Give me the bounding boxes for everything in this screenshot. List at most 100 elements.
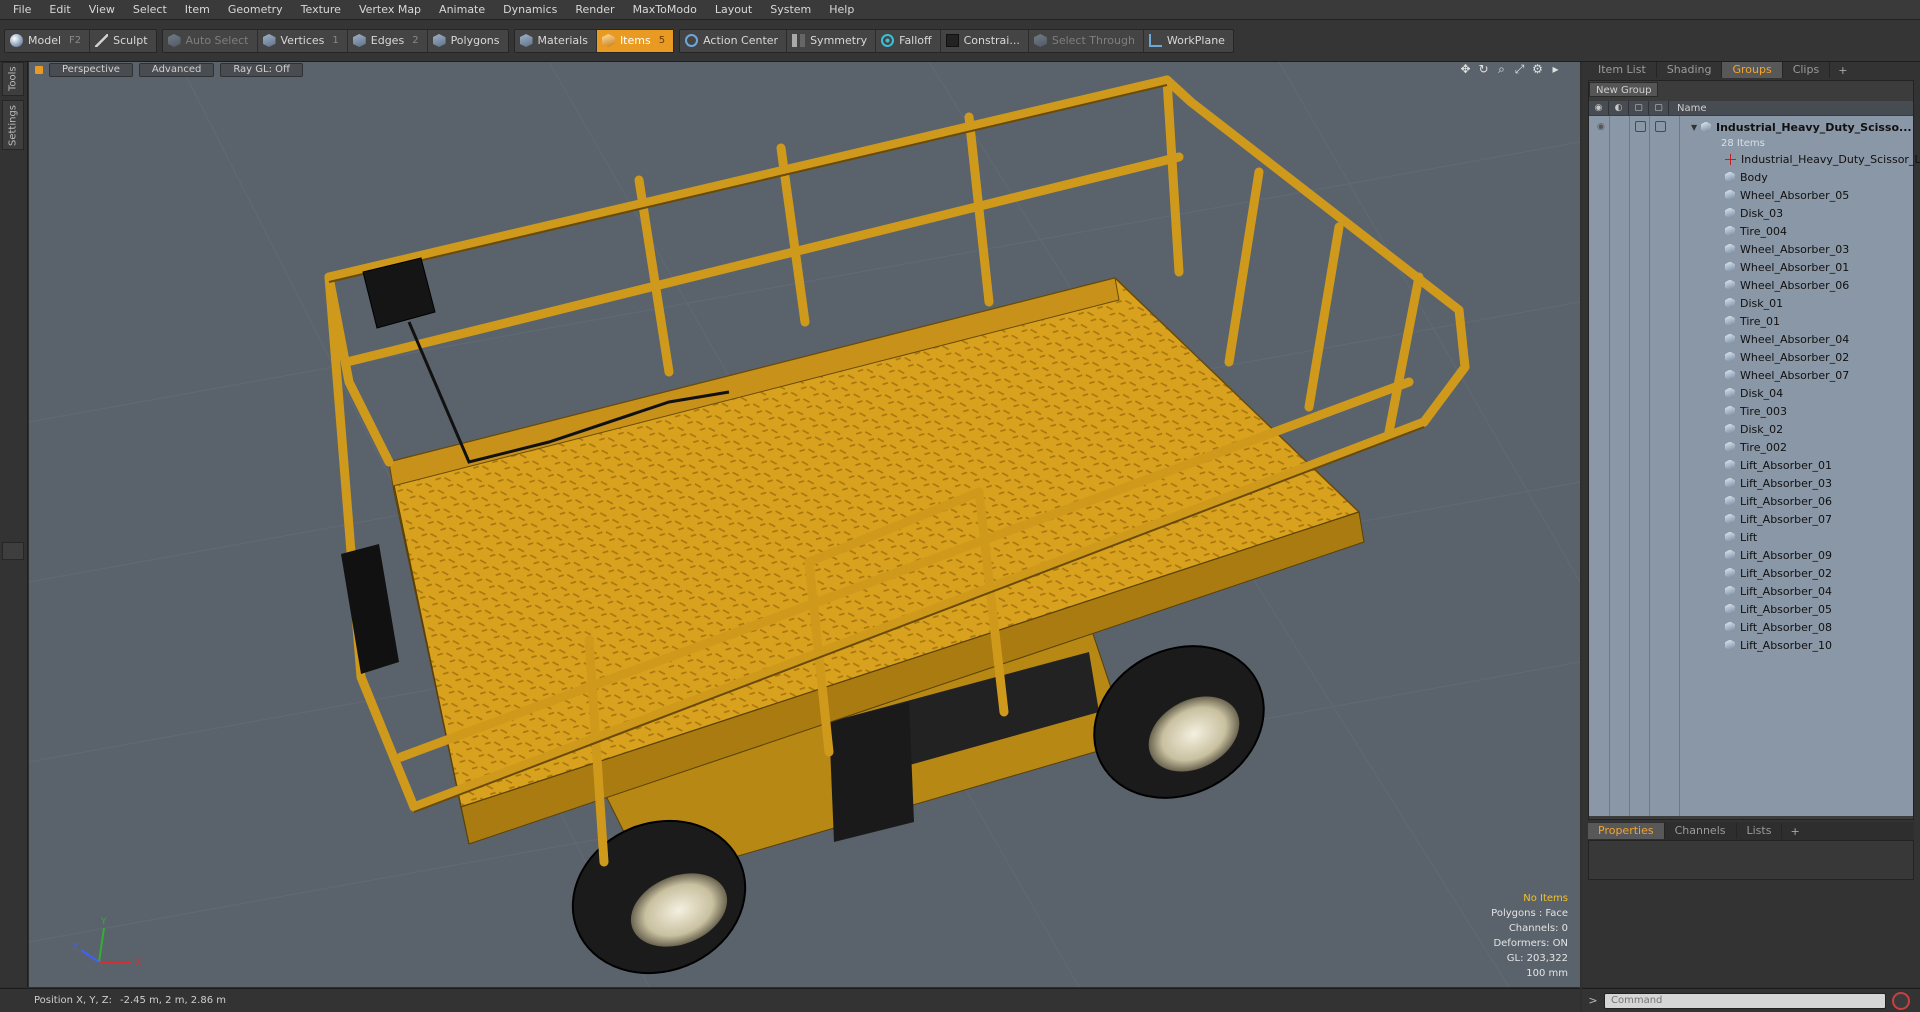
- list-item[interactable]: Lift_Absorber_09: [1589, 546, 1913, 564]
- mesh-icon: [1725, 531, 1735, 543]
- list-item[interactable]: Wheel_Absorber_05: [1589, 186, 1913, 204]
- menu-layout[interactable]: Layout: [706, 0, 761, 20]
- model-mode-button[interactable]: Model F2: [5, 29, 91, 52]
- name-column-header[interactable]: Name: [1669, 103, 1707, 114]
- new-group-button[interactable]: New Group: [1589, 82, 1659, 97]
- list-item[interactable]: Disk_03: [1589, 204, 1913, 222]
- menu-vertex-map[interactable]: Vertex Map: [350, 0, 430, 20]
- list-item[interactable]: Tire_004: [1589, 222, 1913, 240]
- list-item[interactable]: Disk_02: [1589, 420, 1913, 438]
- list-item[interactable]: Lift_Absorber_05: [1589, 600, 1913, 618]
- zoom-icon[interactable]: ⌕: [1495, 63, 1508, 76]
- list-item[interactable]: Lift_Absorber_08: [1589, 618, 1913, 636]
- tab-groups[interactable]: Groups: [1722, 62, 1783, 78]
- add-properties-tab-icon[interactable]: +: [1782, 825, 1807, 838]
- symmetry-button[interactable]: Symmetry: [787, 29, 877, 52]
- action-center-button[interactable]: Action Center: [680, 29, 788, 52]
- list-item[interactable]: Tire_003: [1589, 402, 1913, 420]
- tab-shading[interactable]: Shading: [1657, 62, 1723, 78]
- list-item[interactable]: Wheel_Absorber_03: [1589, 240, 1913, 258]
- viewport-perspective-tab[interactable]: Perspective: [49, 63, 133, 77]
- select-through-button[interactable]: Select Through: [1029, 29, 1144, 52]
- list-item[interactable]: Wheel_Absorber_06: [1589, 276, 1913, 294]
- fit-icon[interactable]: ⤢: [1513, 63, 1526, 76]
- menu-help[interactable]: Help: [820, 0, 863, 20]
- scene-render[interactable]: X Y Z: [29, 62, 1580, 987]
- list-item[interactable]: Lift_Absorber_01: [1589, 456, 1913, 474]
- menu-edit[interactable]: Edit: [40, 0, 79, 20]
- list-item[interactable]: Disk_04: [1589, 384, 1913, 402]
- menu-animate[interactable]: Animate: [430, 0, 494, 20]
- select-toggle[interactable]: [1655, 121, 1666, 132]
- tab-channels[interactable]: Channels: [1665, 823, 1737, 839]
- lock-toggle[interactable]: [1635, 121, 1646, 132]
- pan-icon[interactable]: ✥: [1459, 63, 1472, 76]
- tab-tools[interactable]: Tools: [2, 62, 24, 96]
- render-column-icon[interactable]: ◐: [1609, 101, 1629, 115]
- eye-icon[interactable]: ◉: [1597, 122, 1607, 132]
- list-item-name: Tire_003: [1725, 405, 1787, 418]
- list-item[interactable]: Wheel_Absorber_07: [1589, 366, 1913, 384]
- tab-item-list[interactable]: Item List: [1588, 62, 1657, 78]
- viewport-menu-icon[interactable]: [35, 66, 43, 74]
- list-item[interactable]: Tire_01: [1589, 312, 1913, 330]
- viewport-advanced-tab[interactable]: Advanced: [138, 63, 215, 77]
- items-button[interactable]: Items 5: [596, 29, 674, 52]
- menu-render[interactable]: Render: [566, 0, 623, 20]
- menu-view[interactable]: View: [80, 0, 124, 20]
- add-tab-icon[interactable]: +: [1830, 64, 1855, 77]
- list-item[interactable]: Wheel_Absorber_01: [1589, 258, 1913, 276]
- list-item[interactable]: Industrial_Heavy_Duty_Scissor_Lift: [1589, 150, 1920, 168]
- cube-icon: [167, 34, 181, 47]
- list-item[interactable]: Lift_Absorber_02: [1589, 564, 1913, 582]
- rotate-icon[interactable]: ↻: [1477, 63, 1490, 76]
- record-command-button[interactable]: [1892, 991, 1910, 1010]
- tab-clips[interactable]: Clips: [1783, 62, 1831, 78]
- materials-button[interactable]: Materials: [515, 29, 597, 52]
- menu-dynamics[interactable]: Dynamics: [494, 0, 566, 20]
- list-item[interactable]: Disk_01: [1589, 294, 1913, 312]
- list-item[interactable]: Lift: [1589, 528, 1913, 546]
- list-item[interactable]: Lift_Absorber_03: [1589, 474, 1913, 492]
- chevron-right-icon[interactable]: ▸: [1549, 63, 1562, 76]
- select-column-icon[interactable]: ▢: [1649, 101, 1669, 115]
- sculpt-mode-button[interactable]: Sculpt: [90, 30, 155, 52]
- menu-select[interactable]: Select: [124, 0, 176, 20]
- list-item[interactable]: Wheel_Absorber_04: [1589, 330, 1913, 348]
- lock-column-icon[interactable]: ▢: [1629, 101, 1649, 115]
- list-item[interactable]: Lift_Absorber_10: [1589, 636, 1913, 654]
- list-item-label: Lift_Absorber_01: [1740, 458, 1832, 472]
- chevron-down-icon[interactable]: ▼: [1691, 123, 1697, 132]
- menu-maxtomodo[interactable]: MaxToModo: [624, 0, 706, 20]
- auto-select-button[interactable]: Auto Select: [163, 29, 258, 52]
- list-item[interactable]: Lift_Absorber_04: [1589, 582, 1913, 600]
- groups-list[interactable]: ◉ ▼ Industrial_Heavy_Duty_Scisso... 28 Item…: [1589, 116, 1920, 816]
- menu-system[interactable]: System: [761, 0, 820, 20]
- viewport-raygl-tab[interactable]: Ray GL: Off: [220, 63, 303, 77]
- menu-item[interactable]: Item: [176, 0, 219, 20]
- vertices-button[interactable]: Vertices 1: [258, 29, 348, 52]
- polygons-button[interactable]: Polygons: [428, 30, 508, 52]
- list-item[interactable]: Lift_Absorber_06: [1589, 492, 1913, 510]
- gear-icon[interactable]: ⚙: [1531, 63, 1544, 76]
- list-item[interactable]: Body: [1589, 168, 1913, 186]
- menu-texture[interactable]: Texture: [292, 0, 350, 20]
- menu-geometry[interactable]: Geometry: [219, 0, 292, 20]
- constraints-button[interactable]: Constrai...: [941, 29, 1029, 52]
- command-input[interactable]: [1604, 992, 1886, 1009]
- list-item[interactable]: Wheel_Absorber_02: [1589, 348, 1913, 366]
- properties-tabs: Properties Channels Lists +: [1588, 822, 1914, 840]
- 3d-viewport[interactable]: X Y Z Perspective Advanced Ray GL: Off ✥…: [29, 62, 1580, 987]
- menu-file[interactable]: File: [4, 0, 40, 20]
- visibility-column-icon[interactable]: ◉: [1589, 101, 1609, 115]
- falloff-button[interactable]: Falloff: [876, 29, 941, 52]
- side-toggle-button[interactable]: [2, 542, 24, 560]
- workplane-button[interactable]: WorkPlane: [1144, 30, 1233, 52]
- tab-settings[interactable]: Settings: [2, 100, 24, 150]
- list-item[interactable]: Tire_002: [1589, 438, 1913, 456]
- tab-lists[interactable]: Lists: [1737, 823, 1783, 839]
- edges-button[interactable]: Edges 2: [348, 29, 428, 52]
- selection-status: No Items: [1523, 893, 1568, 904]
- tab-properties[interactable]: Properties: [1588, 823, 1665, 839]
- list-item[interactable]: Lift_Absorber_07: [1589, 510, 1913, 528]
